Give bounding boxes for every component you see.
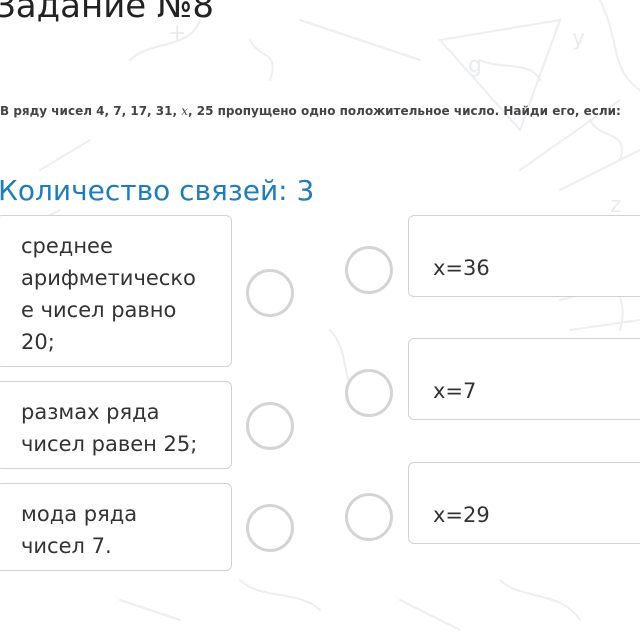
right-card-label: x=36 [433, 256, 490, 280]
right-connector-1[interactable] [345, 246, 393, 294]
left-card-range[interactable]: размах ряда чисел равен 25; [0, 381, 232, 469]
task-title: Задание №8 [0, 0, 215, 26]
right-card-x36[interactable]: x=36 [408, 215, 640, 297]
links-count: Количество связей: 3 [0, 174, 315, 207]
question-variable: x [181, 104, 188, 118]
svg-text:g: g [468, 53, 482, 78]
left-connector-1[interactable] [246, 269, 294, 317]
left-card-mean[interactable]: среднее арифметическо е чисел равно 20; [0, 215, 232, 367]
right-card-label: x=7 [433, 379, 477, 403]
svg-text:y: y [572, 26, 585, 51]
right-card-label: x=29 [433, 503, 490, 527]
question-text: В ряду чисел 4, 7, 17, 31, x, 25 пропуще… [0, 104, 621, 118]
left-card-label: среднее арифметическо е чисел равно 20; [21, 234, 196, 354]
right-connector-3[interactable] [345, 493, 393, 541]
right-card-x7[interactable]: x=7 [408, 338, 640, 420]
right-connector-2[interactable] [345, 369, 393, 417]
left-card-label: мода ряда чисел 7. [21, 502, 138, 558]
right-card-x29[interactable]: x=29 [408, 462, 640, 544]
left-card-mode[interactable]: мода ряда чисел 7. [0, 483, 232, 571]
left-connector-3[interactable] [246, 504, 294, 552]
question-text-end: , 25 пропущено одно положительное число.… [188, 104, 621, 118]
left-card-label: размах ряда чисел равен 25; [21, 400, 198, 456]
left-connector-2[interactable] [246, 402, 294, 450]
question-text-start: В ряду чисел 4, 7, 17, 31, [0, 104, 182, 118]
